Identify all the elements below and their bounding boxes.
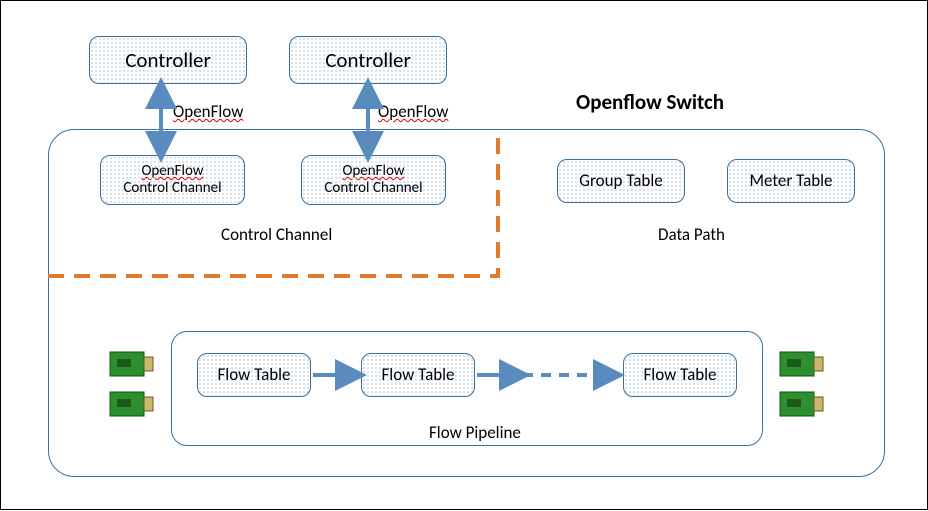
cc2-line1: OpenFlow xyxy=(342,163,404,180)
control-channel-2-box: OpenFlow Control Channel xyxy=(301,155,446,205)
group-table-label: Group Table xyxy=(579,171,662,191)
data-path-section-label: Data Path xyxy=(658,224,725,245)
cc1-line2: Control Channel xyxy=(123,180,221,197)
controller-2-box: Controller xyxy=(289,36,447,84)
flow-table-2-label: Flow Table xyxy=(382,365,455,385)
flow-table-3-box: Flow Table xyxy=(623,353,737,397)
nic-icon-left-1 xyxy=(109,349,155,379)
meter-table-box: Meter Table xyxy=(727,159,855,203)
flow-table-3-label: Flow Table xyxy=(644,365,717,385)
nic-icon-right-1 xyxy=(779,349,825,379)
controller-1-box: Controller xyxy=(89,36,247,84)
controller-2-label: Controller xyxy=(325,48,411,72)
control-channel-section-label: Control Channel xyxy=(221,224,332,245)
nic-icon-left-2 xyxy=(109,389,155,419)
switch-title: Openflow Switch xyxy=(576,89,724,115)
nic-icon-right-2 xyxy=(779,389,825,419)
flow-table-2-box: Flow Table xyxy=(361,353,475,397)
meter-table-label: Meter Table xyxy=(749,171,832,191)
group-table-box: Group Table xyxy=(557,159,685,203)
controller-1-label: Controller xyxy=(125,48,211,72)
flow-pipeline-label: Flow Pipeline xyxy=(429,422,521,443)
flow-table-1-label: Flow Table xyxy=(218,365,291,385)
cc2-line2: Control Channel xyxy=(324,180,422,197)
control-channel-1-box: OpenFlow Control Channel xyxy=(100,155,245,205)
flow-table-1-box: Flow Table xyxy=(197,353,311,397)
protocol-1-label: OpenFlow xyxy=(173,101,243,122)
cc1-line1: OpenFlow xyxy=(141,163,203,180)
protocol-2-label: OpenFlow xyxy=(378,101,448,122)
